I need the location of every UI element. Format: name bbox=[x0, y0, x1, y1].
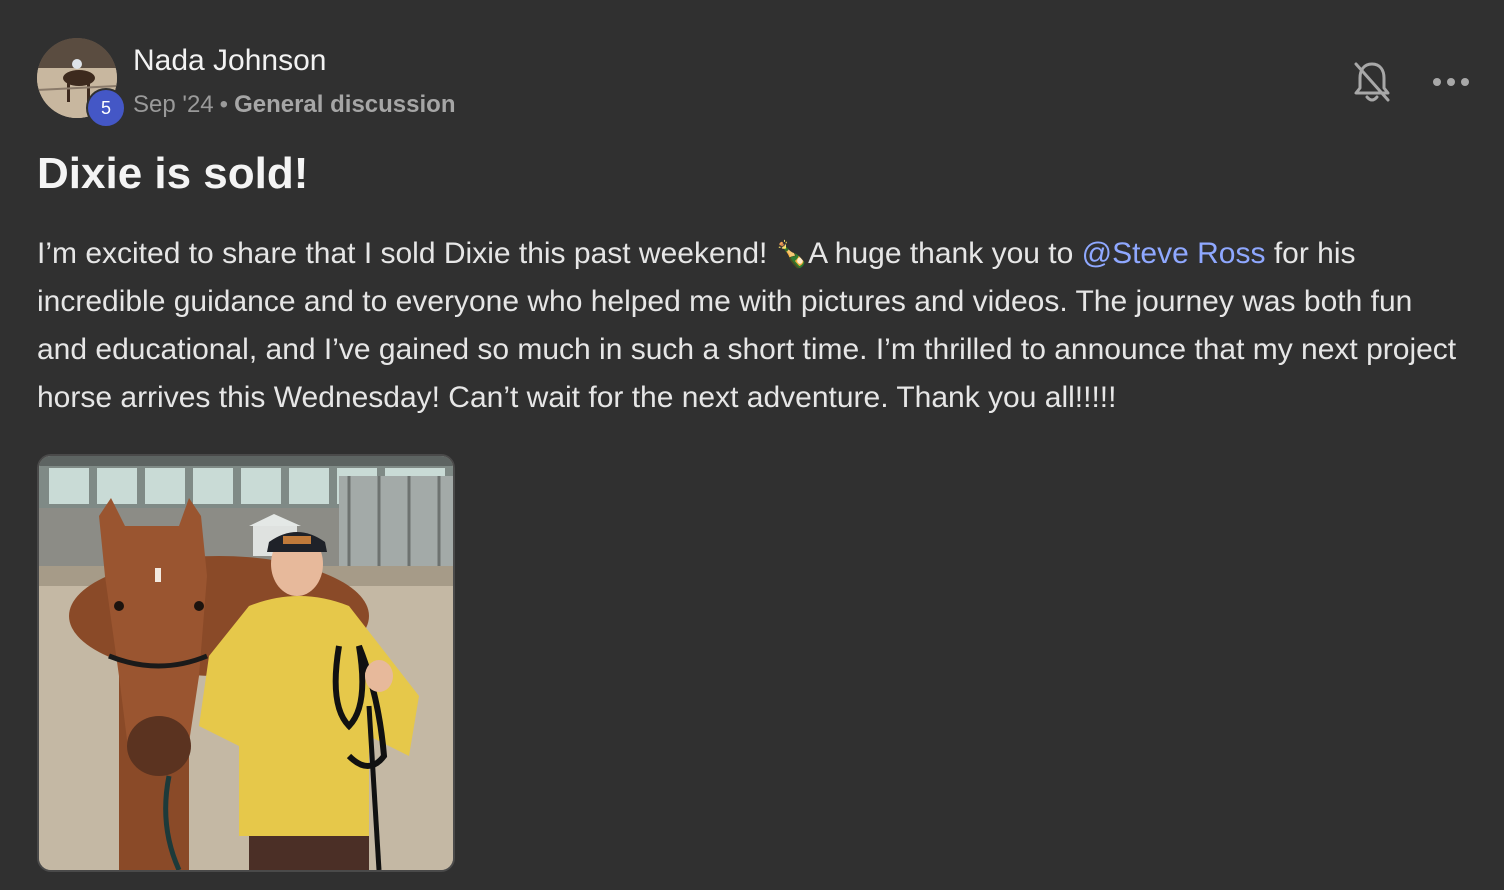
post-image[interactable] bbox=[37, 454, 455, 872]
bell-off-icon[interactable] bbox=[1352, 60, 1392, 104]
category-link[interactable]: General discussion bbox=[234, 91, 455, 118]
trust-level-badge: 5 bbox=[86, 88, 126, 128]
post-date[interactable]: Sep '24 bbox=[133, 91, 214, 118]
post-title: Dixie is sold! bbox=[37, 149, 309, 198]
body-text-2: A huge thank you to bbox=[808, 237, 1082, 270]
more-horizontal-icon[interactable] bbox=[1428, 66, 1474, 98]
author-name[interactable]: Nada Johnson bbox=[133, 44, 326, 78]
body-text-1: I’m excited to share that I sold Dixie t… bbox=[37, 237, 776, 270]
user-mention-link[interactable]: @Steve Ross bbox=[1082, 237, 1266, 270]
author-avatar-group[interactable]: 5 bbox=[37, 38, 126, 128]
post-meta: Sep '24 • General discussion bbox=[133, 91, 455, 119]
post-body: I’m excited to share that I sold Dixie t… bbox=[37, 230, 1457, 422]
champagne-emoji: 🍾 bbox=[775, 239, 809, 269]
meta-separator: • bbox=[219, 91, 229, 118]
post-card: 5 Nada Johnson Sep '24 • General discussio… bbox=[0, 0, 1504, 890]
horse-photo bbox=[39, 456, 453, 870]
